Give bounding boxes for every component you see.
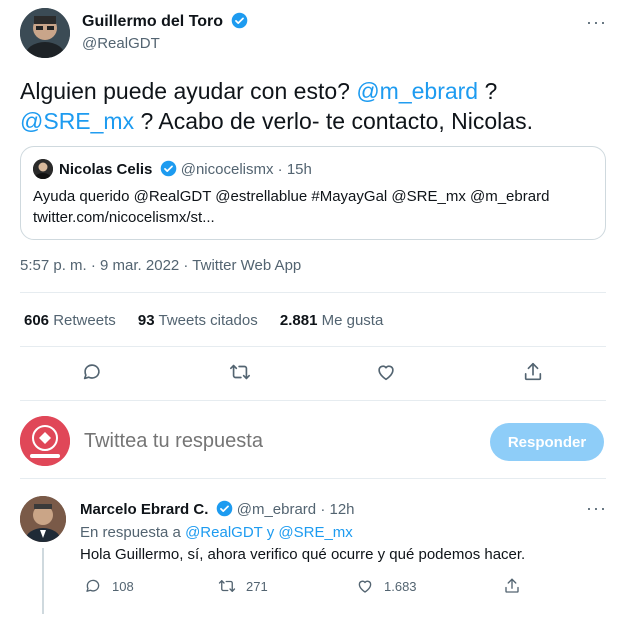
divider (20, 478, 606, 479)
divider (20, 400, 606, 401)
author-name-text[interactable]: Guillermo del Toro (82, 13, 223, 30)
quote-text: Ayuda querido @RealGDT @estrellablue #Ma… (33, 186, 593, 228)
quote-text-line: Ayuda querido @RealGDT @estrellablue #Ma… (33, 188, 550, 205)
author-name[interactable]: Guillermo del Toro (82, 12, 248, 31)
quoted-tweet[interactable]: Nicolas Celis @nicocelismx · 15h Ayuda q… (20, 146, 606, 240)
tweet-timestamp[interactable]: 5:57 p. m. · 9 mar. 2022 · Twitter Web A… (20, 257, 301, 274)
quotes-label: Tweets citados (158, 312, 258, 329)
reply-reply-count: 108 (112, 578, 134, 594)
retweet-icon (218, 580, 236, 592)
replying-to-prefix: En respuesta a (80, 524, 186, 541)
quote-author-name: Nicolas Celis (59, 161, 153, 178)
verified-badge-icon (216, 500, 232, 517)
reply-text: Hola Guillermo, sí, ahora verifico qué o… (80, 546, 526, 563)
tweet-text: Alguien puede ayudar con esto? @m_ebrard… (20, 76, 620, 136)
reply-button[interactable]: Responder (490, 423, 604, 461)
mention-link[interactable]: @SRE_mx (20, 108, 134, 134)
tweet-text-part: ? (478, 78, 498, 104)
quote-author-handle: @nicocelismx (180, 161, 274, 178)
reply-author-avatar[interactable] (20, 496, 66, 542)
quotes-count: 93 (137, 312, 155, 329)
divider (20, 292, 606, 293)
like-icon[interactable] (374, 360, 398, 384)
verified-badge-icon (231, 12, 247, 29)
tweet-text-part: ? Acabo de verlo- te contacto, Nicolas. (134, 108, 533, 134)
reply-time[interactable]: · 12h (320, 501, 354, 518)
mention-link[interactable]: @m_ebrard (356, 78, 478, 104)
replying-to-users[interactable]: @RealGDT y @SRE_mx (185, 524, 353, 541)
reply-icon[interactable] (80, 360, 104, 384)
author-handle[interactable]: @RealGDT (82, 35, 160, 52)
retweet-icon[interactable] (228, 360, 252, 384)
quote-link-text: twitter.com/nicocelismx/st... (33, 209, 215, 226)
current-user-avatar[interactable] (20, 416, 70, 466)
reply-header: Marcelo Ebrard C. @m_ebrard · 12h (80, 500, 355, 518)
reply-icon (86, 579, 100, 592)
more-options-icon[interactable]: ··· (586, 498, 607, 519)
more-options-icon[interactable]: ··· (586, 12, 607, 33)
reply-input[interactable] (84, 430, 464, 453)
like-icon (358, 580, 372, 593)
engagement-stats: 606 Retweets 93 Tweets citados 2.881 Me … (24, 312, 401, 329)
reply-like-action[interactable]: 1.683 (356, 577, 417, 595)
quotes-stat[interactable]: 93 Tweets citados (138, 312, 276, 329)
thread-line (42, 548, 44, 614)
tweet-text-part: Alguien puede ayudar con esto? (20, 78, 357, 104)
replying-to: En respuesta a @RealGDT y @SRE_mx (80, 524, 353, 541)
reply-author-name[interactable]: Marcelo Ebrard C. (80, 501, 208, 518)
retweets-stat[interactable]: 606 Retweets (24, 312, 134, 329)
reply-author-handle[interactable]: @m_ebrard (237, 501, 316, 518)
reply-share-action[interactable] (503, 577, 531, 595)
likes-count: 2.881 (279, 312, 318, 329)
reply-retweet-count: 271 (246, 578, 268, 594)
reply-retweet-action[interactable]: 271 (218, 577, 268, 595)
likes-stat[interactable]: 2.881 Me gusta (280, 312, 401, 329)
quote-header: Nicolas Celis @nicocelismx · 15h (59, 160, 312, 178)
author-avatar[interactable] (20, 8, 70, 58)
reply-like-count: 1.683 (384, 578, 417, 594)
verified-badge-icon (160, 160, 176, 177)
likes-label: Me gusta (321, 312, 384, 329)
quote-author-avatar (33, 159, 53, 179)
divider (20, 346, 606, 347)
reply-reply-action[interactable]: 108 (84, 577, 134, 595)
share-icon[interactable] (521, 360, 545, 384)
share-icon (505, 578, 519, 593)
quote-time: · 15h (277, 161, 312, 178)
retweets-count: 606 (24, 312, 50, 329)
retweets-label: Retweets (53, 312, 116, 329)
